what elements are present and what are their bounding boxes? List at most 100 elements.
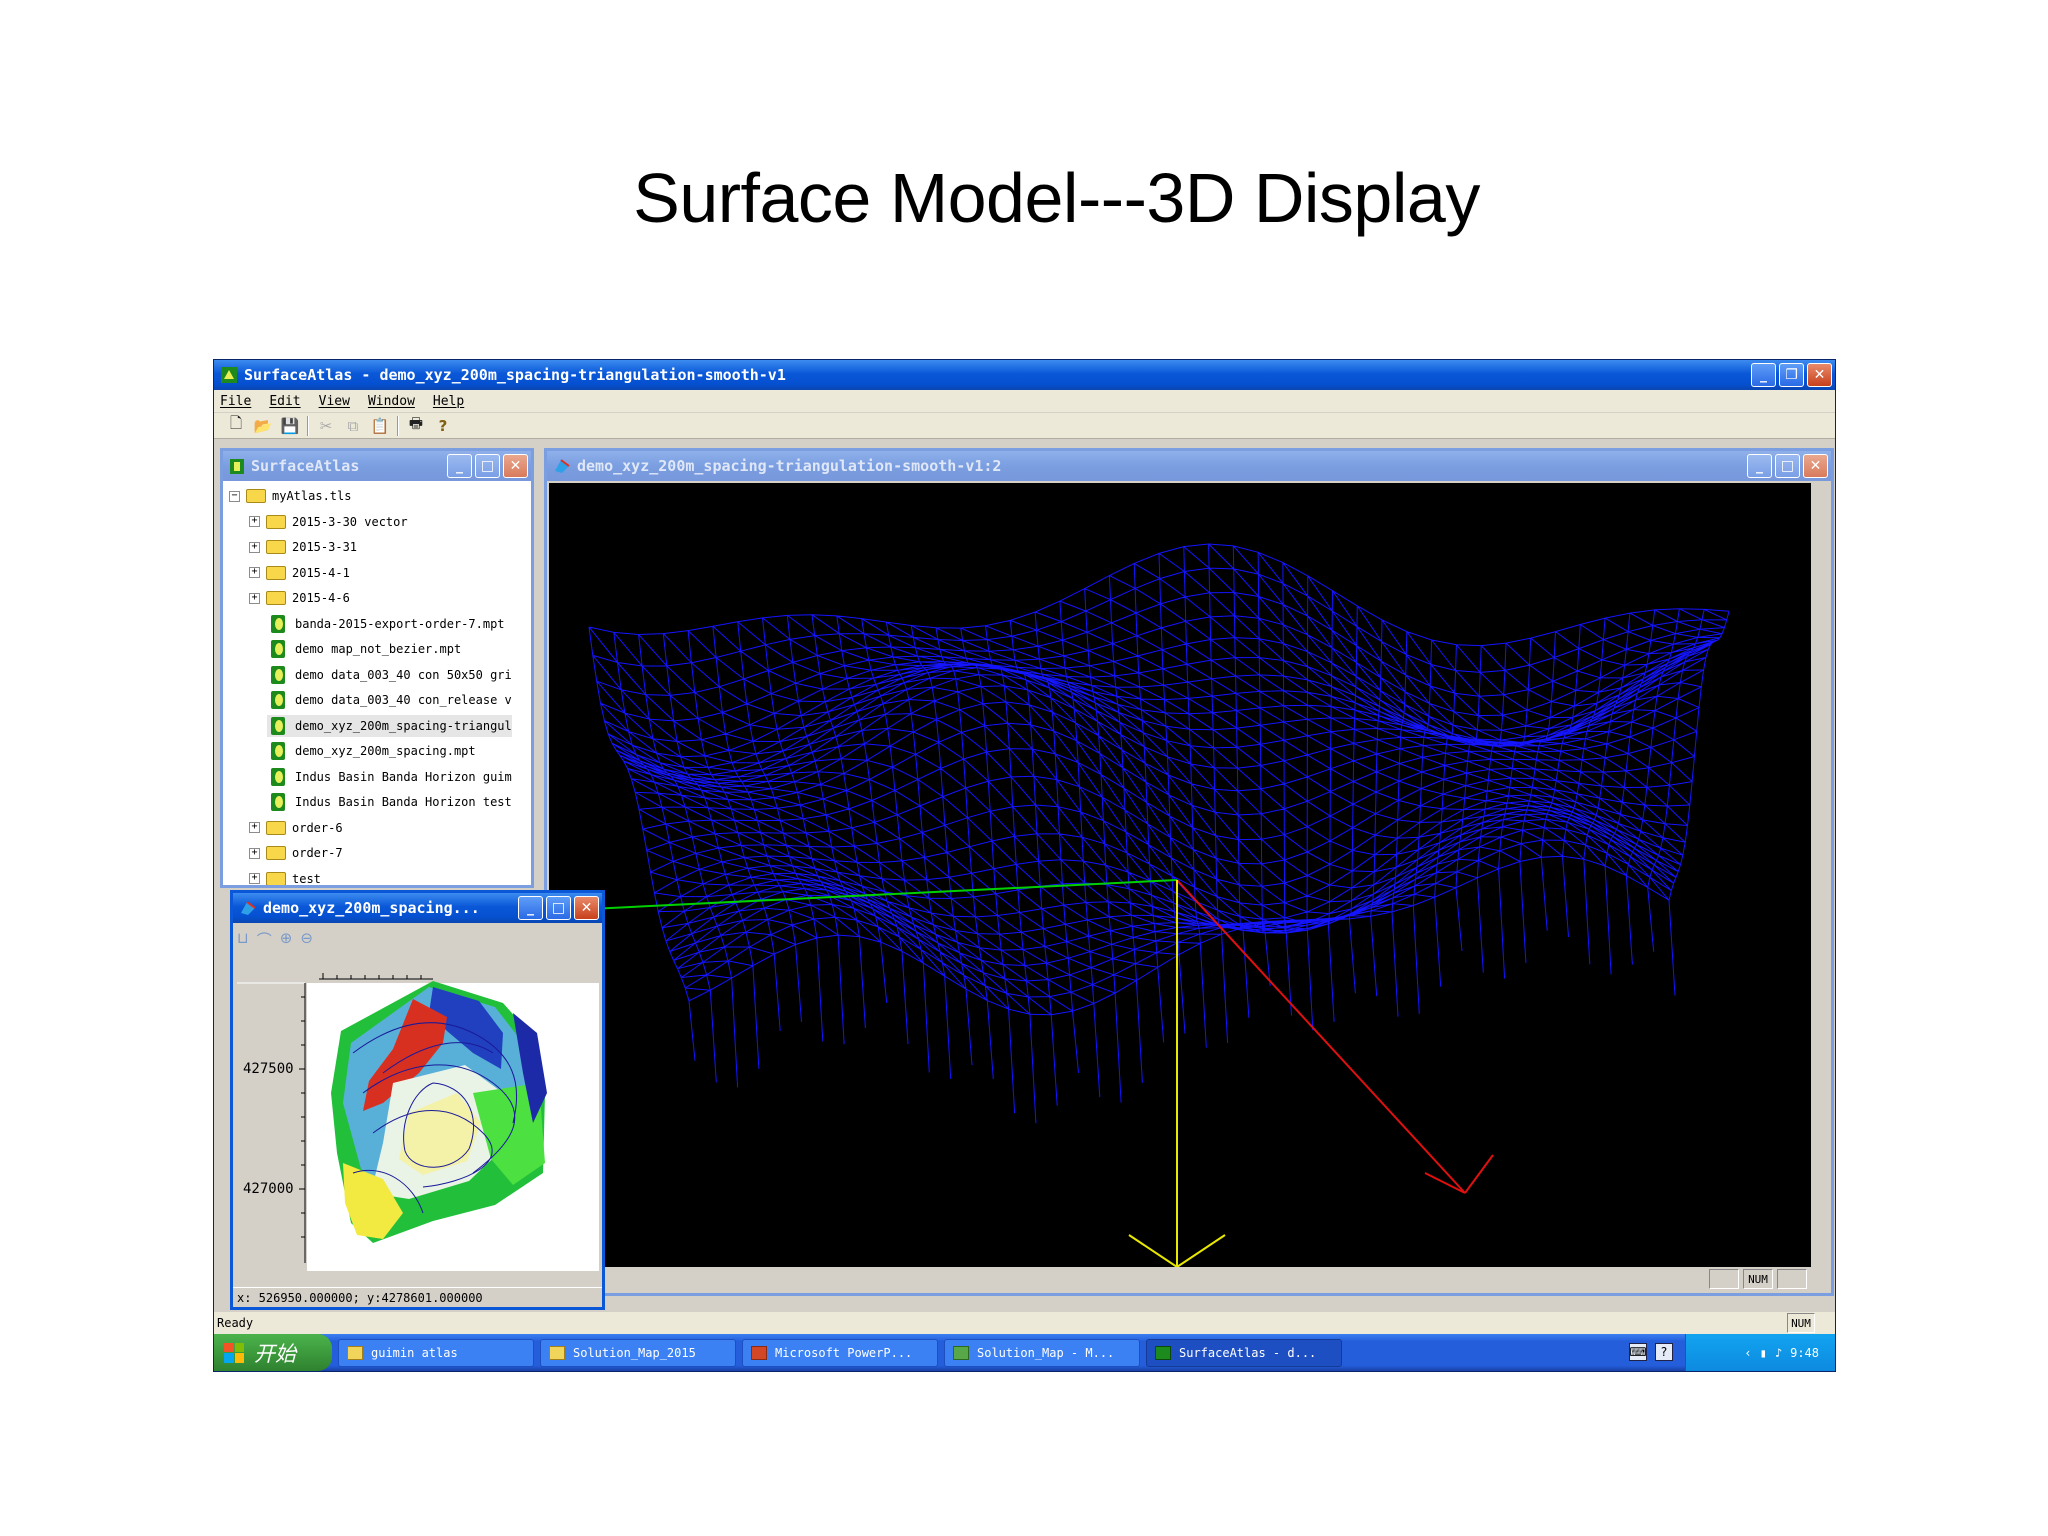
curve-icon[interactable]: ⌒ xyxy=(257,929,272,950)
tree-item-label: demo map_not_bezier.mpt xyxy=(295,642,462,656)
maximize-button[interactable]: □ xyxy=(546,896,571,920)
tree-root-label: myAtlas.tls xyxy=(272,489,352,503)
maximize-button[interactable]: □ xyxy=(475,454,500,478)
taskbar-item-guimin-atlas[interactable]: guimin atlas xyxy=(338,1338,534,1367)
expand-icon[interactable]: + xyxy=(249,873,260,884)
menu-help[interactable]: Help xyxy=(433,394,464,409)
expand-icon[interactable]: + xyxy=(249,567,260,578)
folder-icon xyxy=(266,565,286,580)
tree-item[interactable]: +2015-3-30 vector xyxy=(249,511,408,533)
mesh-lines xyxy=(588,543,1730,1124)
clock[interactable]: 9:48 xyxy=(1790,1346,1819,1360)
tree-item[interactable]: demo data_003_40 con_release v xyxy=(267,689,512,711)
tree-item[interactable]: +2015-4-1 xyxy=(249,562,350,584)
map-coordinate-readout: x: 526950.000000; y:4278601.000000 xyxy=(233,1287,602,1307)
help-icon[interactable]: ? xyxy=(433,416,453,436)
tree-item[interactable]: + test xyxy=(249,868,321,885)
tree-item[interactable]: + order-6 xyxy=(249,817,343,839)
close-button[interactable]: ✕ xyxy=(574,896,599,920)
tree-item[interactable]: +2015-4-6 xyxy=(249,587,350,609)
tree-item[interactable]: demo data_003_40 con 50x50 gri xyxy=(267,664,512,686)
view3d-canvas[interactable] xyxy=(549,483,1811,1267)
app-title-bar[interactable]: SurfaceAtlas - demo_xyz_200m_spacing-tri… xyxy=(214,360,1835,390)
ruler-icon[interactable]: ⊔ xyxy=(237,929,249,950)
map-window-title: demo_xyz_200m_spacing... xyxy=(263,899,480,917)
zoom-in-icon[interactable]: ⊕ xyxy=(280,929,293,950)
map-file-icon xyxy=(271,665,287,684)
tree-item-label: 2015-3-30 vector xyxy=(292,514,408,529)
tree-item-label: Indus Basin Banda Horizon test xyxy=(295,795,512,809)
expand-icon[interactable]: + xyxy=(249,516,260,527)
save-icon[interactable]: 💾 xyxy=(280,416,300,436)
tree-item-label: demo data_003_40 con_release v xyxy=(295,693,512,707)
close-button[interactable]: ✕ xyxy=(1803,454,1828,478)
taskbar-item-label: SurfaceAtlas - d... xyxy=(1179,1345,1317,1360)
keyboard-icon[interactable]: ⌨ xyxy=(1629,1343,1647,1361)
collapse-icon[interactable]: − xyxy=(229,490,240,502)
tree-panel-title-bar[interactable]: SurfaceAtlas _ □ ✕ xyxy=(223,451,531,481)
tree-item-label: order-6 xyxy=(292,820,343,835)
view3d-title-bar[interactable]: demo_xyz_200m_spacing-triangulation-smoo… xyxy=(547,451,1831,481)
expand-icon[interactable]: + xyxy=(249,822,260,833)
network-icon[interactable]: ▮ xyxy=(1760,1346,1767,1360)
menu-file[interactable]: File xyxy=(220,394,251,409)
tree-root[interactable]: − myAtlas.tls xyxy=(229,485,351,507)
surface-mesh-plot[interactable] xyxy=(549,483,1811,1267)
map-toolbar: ⊔ ⌒ ⊕ ⊖ xyxy=(237,929,313,950)
copy-icon[interactable]: ⧉ xyxy=(343,416,363,436)
minimize-button[interactable]: _ xyxy=(447,454,472,478)
menu-view[interactable]: View xyxy=(319,394,350,409)
folder-icon xyxy=(266,591,286,605)
folder-icon xyxy=(266,540,286,554)
menu-window[interactable]: Window xyxy=(368,394,415,409)
tree-item[interactable]: Indus Basin Banda Horizon test xyxy=(267,791,512,813)
cut-icon[interactable]: ✂ xyxy=(316,416,336,436)
minimize-button[interactable]: _ xyxy=(518,896,543,920)
tree-item[interactable]: demo_xyz_200m_spacing-triangul xyxy=(267,714,512,737)
print-icon[interactable]: 🖶 xyxy=(406,414,426,436)
tree-item[interactable]: banda-2015-export-order-7.mpt xyxy=(267,613,505,635)
taskbar-item-surfaceatlas[interactable]: SurfaceAtlas - d... xyxy=(1146,1338,1342,1367)
open-icon[interactable]: 📂 xyxy=(253,416,273,436)
slide-title: Surface Model---3D Display xyxy=(633,159,1480,237)
wireframe-mesh xyxy=(588,543,1730,1124)
taskbar-item-solution-map[interactable]: Solution_Map - M... xyxy=(944,1338,1140,1367)
minimize-button[interactable]: _ xyxy=(1747,454,1772,478)
map-view[interactable]: 427500 427000 xyxy=(233,973,602,1287)
map-file-icon xyxy=(271,614,287,633)
tree-item[interactable]: demo map_not_bezier.mpt xyxy=(267,638,461,660)
close-button[interactable]: ✕ xyxy=(503,454,528,478)
new-icon[interactable]: 🗋 xyxy=(226,414,246,436)
contour-map[interactable]: 427500 427000 xyxy=(233,973,602,1273)
tree-item[interactable]: + order-7 xyxy=(249,842,343,864)
num-indicator: NUM xyxy=(1743,1269,1773,1289)
tree-item[interactable]: demo_xyz_200m_spacing.mpt xyxy=(267,740,476,762)
surfaceatlas-window: SurfaceAtlas - demo_xyz_200m_spacing-tri… xyxy=(213,359,1836,1372)
taskbar-item-powerpoint[interactable]: Microsoft PowerP... xyxy=(742,1338,938,1367)
volume-icon[interactable]: ♪ xyxy=(1775,1346,1782,1360)
close-button[interactable]: ✕ xyxy=(1807,363,1832,387)
status-pane xyxy=(1777,1269,1807,1289)
folder-icon xyxy=(266,820,286,835)
restore-button[interactable]: ❐ xyxy=(1779,363,1804,387)
menu-edit[interactable]: Edit xyxy=(269,394,300,409)
expand-icon[interactable]: + xyxy=(249,541,260,553)
expand-icon[interactable]: + xyxy=(249,592,260,604)
paste-icon[interactable]: 📋 xyxy=(370,416,390,436)
map-window-title-bar[interactable]: demo_xyz_200m_spacing... _ □ ✕ xyxy=(233,893,602,923)
app-icon xyxy=(221,367,237,383)
minimize-button[interactable]: _ xyxy=(1751,363,1776,387)
help-icon[interactable]: ? xyxy=(1655,1343,1673,1361)
chevron-left-icon[interactable]: ‹ xyxy=(1744,1346,1751,1360)
expand-icon[interactable]: + xyxy=(249,847,260,859)
zoom-out-icon[interactable]: ⊖ xyxy=(300,929,313,950)
start-button[interactable]: 开始 xyxy=(214,1334,332,1371)
tree-item-label: order-7 xyxy=(292,846,343,860)
x-axis-line xyxy=(549,879,1178,912)
tree-panel-title: SurfaceAtlas xyxy=(251,457,360,475)
taskbar-item-solution-map-2015[interactable]: Solution_Map_2015 xyxy=(540,1338,736,1367)
tree-item[interactable]: +2015-3-31 xyxy=(249,536,357,558)
folder-icon xyxy=(266,846,286,860)
maximize-button[interactable]: □ xyxy=(1775,454,1800,478)
tree-item[interactable]: Indus Basin Banda Horizon guim xyxy=(267,766,512,788)
